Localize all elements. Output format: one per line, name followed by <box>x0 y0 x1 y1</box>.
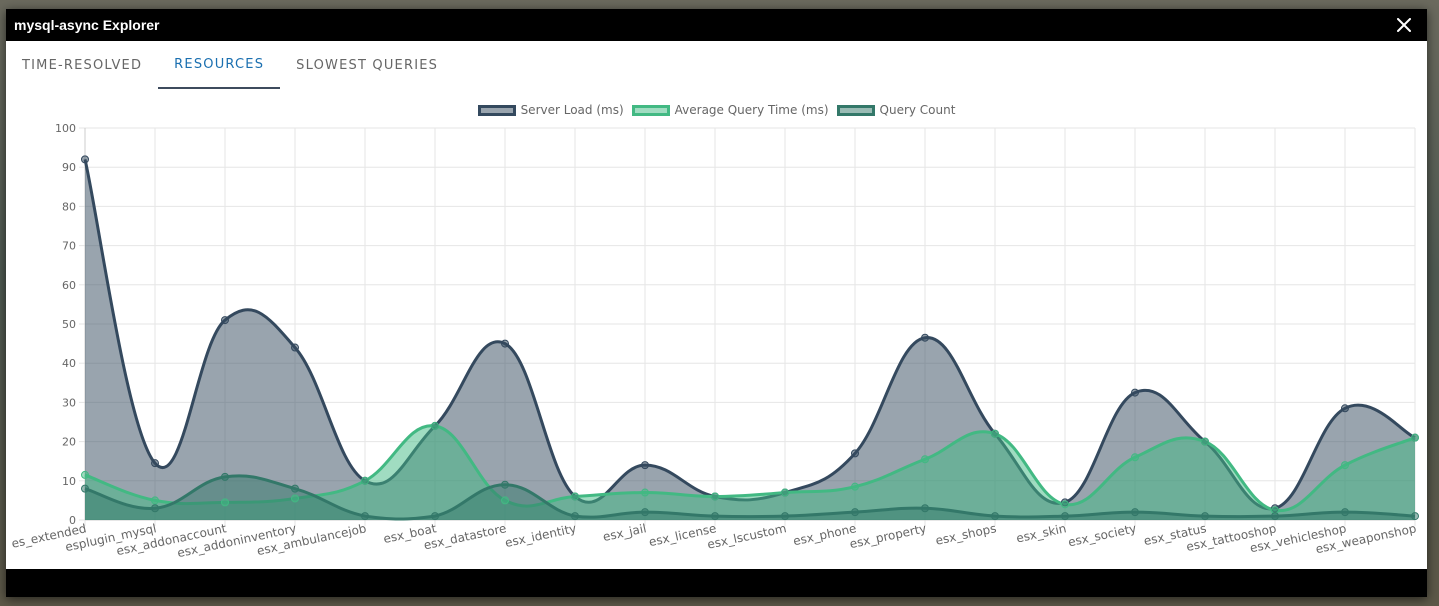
data-point-2 <box>361 512 369 521</box>
close-button[interactable] <box>1391 12 1417 38</box>
data-point-2 <box>1411 512 1419 521</box>
data-point-1 <box>151 496 159 505</box>
y-tick-label: 60 <box>62 279 76 292</box>
data-point-2 <box>501 480 509 489</box>
data-point-2 <box>781 512 789 521</box>
data-point-2 <box>921 504 929 513</box>
tab-time-resolved[interactable]: Time-Resolved <box>6 41 158 89</box>
data-point-0 <box>291 343 299 352</box>
data-point-1 <box>921 455 929 464</box>
legend-swatch-server-load <box>477 104 516 116</box>
data-point-2 <box>641 508 649 517</box>
y-tick-label: 30 <box>62 396 76 409</box>
data-point-2 <box>851 508 859 517</box>
title-bar: mysql-async Explorer <box>6 9 1427 41</box>
data-point-0 <box>921 333 929 342</box>
legend-item-avg-query-time[interactable]: Average Query Time (ms) <box>631 103 829 117</box>
tab-slowest-queries[interactable]: Slowest Queries <box>280 41 454 89</box>
data-point-0 <box>851 449 859 458</box>
data-point-2 <box>1061 512 1069 521</box>
data-point-2 <box>1341 508 1349 517</box>
x-tick-label: esx_property <box>848 521 927 551</box>
data-point-2 <box>991 512 999 521</box>
footer-bar <box>6 569 1427 597</box>
data-point-1 <box>781 488 789 497</box>
data-point-1 <box>501 496 509 505</box>
explorer-modal: mysql-async Explorer Time-Resolved Resou… <box>6 9 1427 597</box>
data-point-2 <box>221 472 229 481</box>
close-icon <box>1397 18 1411 32</box>
data-point-1 <box>571 492 579 501</box>
legend-swatch-avg-query-time <box>631 104 670 116</box>
data-point-2 <box>1201 512 1209 521</box>
data-point-1 <box>1061 500 1069 509</box>
x-tick-label: esx_identity <box>504 521 578 550</box>
legend-label-avg-query-time: Average Query Time (ms) <box>674 103 829 117</box>
data-point-0 <box>641 461 649 470</box>
data-point-0 <box>501 339 509 348</box>
legend-swatch-query-count <box>836 104 875 116</box>
x-tick-label: esx_jail <box>602 521 648 544</box>
data-point-1 <box>221 498 229 507</box>
data-point-1 <box>81 470 89 479</box>
data-point-1 <box>1131 453 1139 462</box>
x-tick-label: esx_society <box>1067 521 1138 549</box>
data-point-1 <box>1341 461 1349 470</box>
chart-legend: Server Load (ms) Average Query Time (ms)… <box>6 103 1427 117</box>
y-tick-label: 20 <box>62 436 76 449</box>
x-tick-label: esx_phone <box>792 521 858 548</box>
data-point-2 <box>1131 508 1139 517</box>
y-tick-label: 10 <box>62 475 76 488</box>
data-point-1 <box>1201 437 1209 446</box>
data-point-0 <box>81 155 89 164</box>
data-point-2 <box>81 484 89 493</box>
y-tick-label: 70 <box>62 240 76 253</box>
tab-resources[interactable]: Resources <box>158 41 281 89</box>
data-point-1 <box>641 488 649 497</box>
window-title: mysql-async Explorer <box>14 17 160 33</box>
data-point-0 <box>1131 388 1139 397</box>
legend-label-query-count: Query Count <box>879 103 956 117</box>
y-tick-label: 50 <box>62 318 76 331</box>
data-point-1 <box>1411 433 1419 442</box>
y-tick-label: 40 <box>62 357 76 370</box>
x-tick-label: esx_lscustom <box>706 521 788 551</box>
x-tick-label: esx_shops <box>934 521 997 548</box>
data-point-2 <box>1271 512 1279 521</box>
data-point-1 <box>991 429 999 438</box>
data-point-2 <box>431 512 439 521</box>
data-point-2 <box>711 512 719 521</box>
data-point-1 <box>291 494 299 503</box>
data-point-2 <box>571 512 579 521</box>
data-point-2 <box>291 484 299 493</box>
y-tick-label: 100 <box>55 122 76 135</box>
y-tick-label: 80 <box>62 200 76 213</box>
y-tick-label: 90 <box>62 161 76 174</box>
data-point-0 <box>221 316 229 325</box>
data-point-0 <box>1341 404 1349 413</box>
data-point-2 <box>151 504 159 513</box>
legend-item-query-count[interactable]: Query Count <box>836 103 956 117</box>
tab-bar: Time-Resolved Resources Slowest Queries <box>6 41 454 89</box>
x-tick-label: esx_skin <box>1015 521 1068 545</box>
data-point-1 <box>431 421 439 430</box>
data-point-1 <box>851 482 859 491</box>
legend-item-server-load[interactable]: Server Load (ms) <box>477 103 624 117</box>
data-point-1 <box>711 492 719 501</box>
legend-label-server-load: Server Load (ms) <box>520 103 624 117</box>
data-point-0 <box>151 459 159 468</box>
data-point-1 <box>361 476 369 485</box>
resources-chart: 0102030405060708090100es_extendedesplugi… <box>10 122 1419 560</box>
